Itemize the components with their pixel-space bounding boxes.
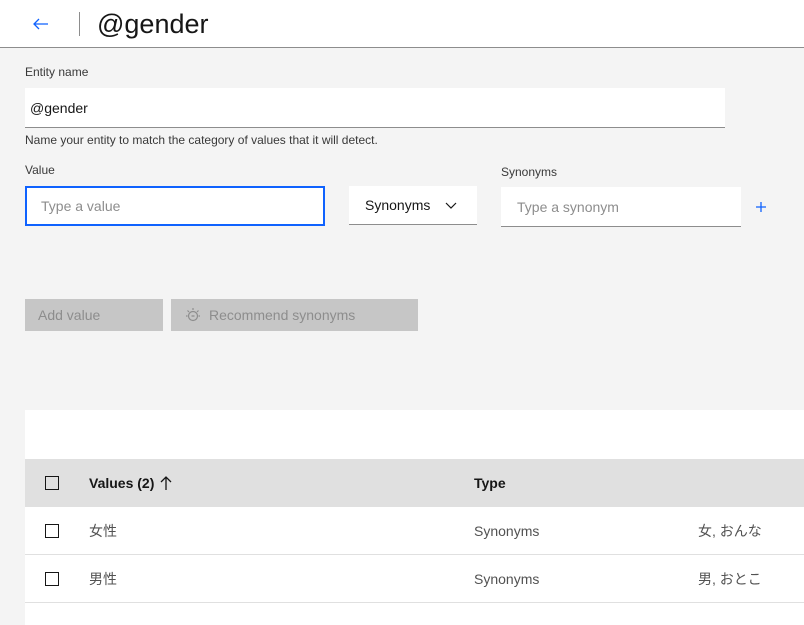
type-dropdown-selected: Synonyms xyxy=(365,197,431,213)
values-table: Values (2) Type 女性 Synonyms 女, おんな 男性 Sy… xyxy=(25,410,804,625)
recommend-synonyms-button[interactable]: Recommend synonyms xyxy=(171,299,418,331)
add-synonym-button[interactable] xyxy=(752,198,770,216)
select-all-checkbox[interactable] xyxy=(45,476,59,490)
back-button[interactable] xyxy=(28,12,54,36)
row-type: Synonyms xyxy=(474,523,540,539)
entity-name-helper: Name your entity to match the category o… xyxy=(25,133,378,147)
plus-icon xyxy=(756,202,766,212)
header-values-label: Values (2) xyxy=(89,475,155,491)
table-row[interactable]: 女性 Synonyms 女, おんな xyxy=(25,507,804,555)
row-synonyms: 男, おとこ xyxy=(698,571,762,587)
watson-bulb-icon xyxy=(186,308,200,322)
page-title: @gender xyxy=(97,9,209,39)
value-label: Value xyxy=(25,163,55,177)
row-value: 女性 xyxy=(89,523,117,539)
recommend-synonyms-label: Recommend synonyms xyxy=(209,307,356,323)
page-header: @gender xyxy=(0,0,804,48)
row-type: Synonyms xyxy=(474,571,540,587)
synonyms-label: Synonyms xyxy=(501,165,558,179)
synonym-input[interactable] xyxy=(501,187,741,227)
table-row[interactable]: 男性 Synonyms 男, おとこ xyxy=(25,555,804,603)
entity-name-label: Entity name xyxy=(25,65,89,79)
type-dropdown[interactable]: Synonyms xyxy=(349,186,477,225)
add-value-button[interactable]: Add value xyxy=(25,299,163,331)
row-checkbox[interactable] xyxy=(45,572,59,586)
row-checkbox[interactable] xyxy=(45,524,59,538)
header-divider xyxy=(79,12,80,36)
header-type[interactable]: Type xyxy=(474,459,506,507)
chevron-down-icon xyxy=(445,202,457,209)
table-header-row: Values (2) Type xyxy=(25,459,804,507)
row-synonyms: 女, おんな xyxy=(698,523,762,539)
add-value-label: Add value xyxy=(38,307,101,323)
arrow-up-icon xyxy=(160,475,172,491)
entity-name-input[interactable] xyxy=(25,88,725,128)
arrow-left-icon xyxy=(33,18,48,30)
row-value: 男性 xyxy=(89,571,117,587)
header-values[interactable]: Values (2) xyxy=(89,459,172,507)
value-input[interactable] xyxy=(25,186,325,226)
